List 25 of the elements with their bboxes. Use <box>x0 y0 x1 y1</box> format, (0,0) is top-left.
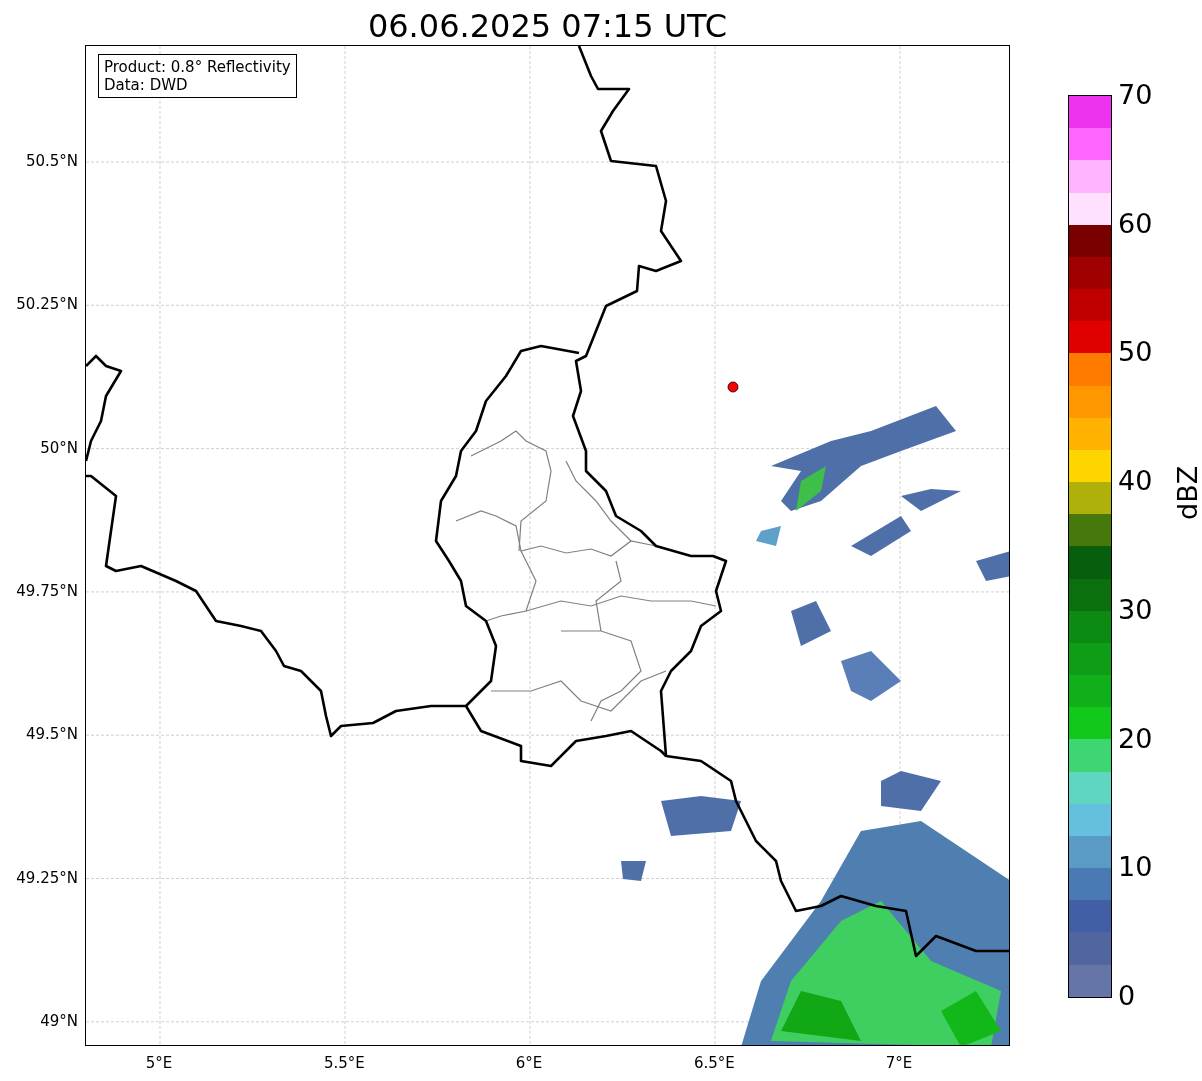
colorbar-tick-label: 0 <box>1118 982 1136 1009</box>
latitude-label: 49.25°N <box>16 868 78 887</box>
longitude-label: 7°E <box>884 1054 914 1072</box>
colorbar-tick-label: 60 <box>1118 209 1153 237</box>
chart-title: 06.06.2025 07:15 UTC <box>366 6 729 45</box>
radar-site-marker <box>727 381 739 393</box>
latitude-label: 49°N <box>40 1011 78 1030</box>
longitude-label: 5.5°E <box>324 1054 364 1072</box>
longitude-label: 5°E <box>144 1054 174 1072</box>
latitude-label: 49.5°N <box>25 725 78 744</box>
longitude-label: 6.5°E <box>694 1054 734 1072</box>
latitude-label: 50.5°N <box>25 152 78 170</box>
latitude-label: 49.75°N <box>16 581 78 600</box>
colorbar-tick-label: 30 <box>1118 595 1153 623</box>
info-text: Data: DWD <box>104 76 189 94</box>
colorbar-tick-label: 50 <box>1118 338 1153 366</box>
colorbar-axis-label: dBZ <box>1172 465 1202 520</box>
latitude-label: 50.25°N <box>16 295 78 314</box>
colorbar-tick-label: 20 <box>1118 724 1153 752</box>
colorbar-tick-label: 40 <box>1118 467 1153 495</box>
longitude-label: 6°E <box>514 1054 544 1072</box>
colorbar-tick-label: 10 <box>1118 853 1153 881</box>
colorbar-tick-label: 70 <box>1118 81 1153 108</box>
info-text: Product: 0.8° Reflectivity <box>104 58 291 76</box>
latitude-label: 50°N <box>40 438 78 457</box>
